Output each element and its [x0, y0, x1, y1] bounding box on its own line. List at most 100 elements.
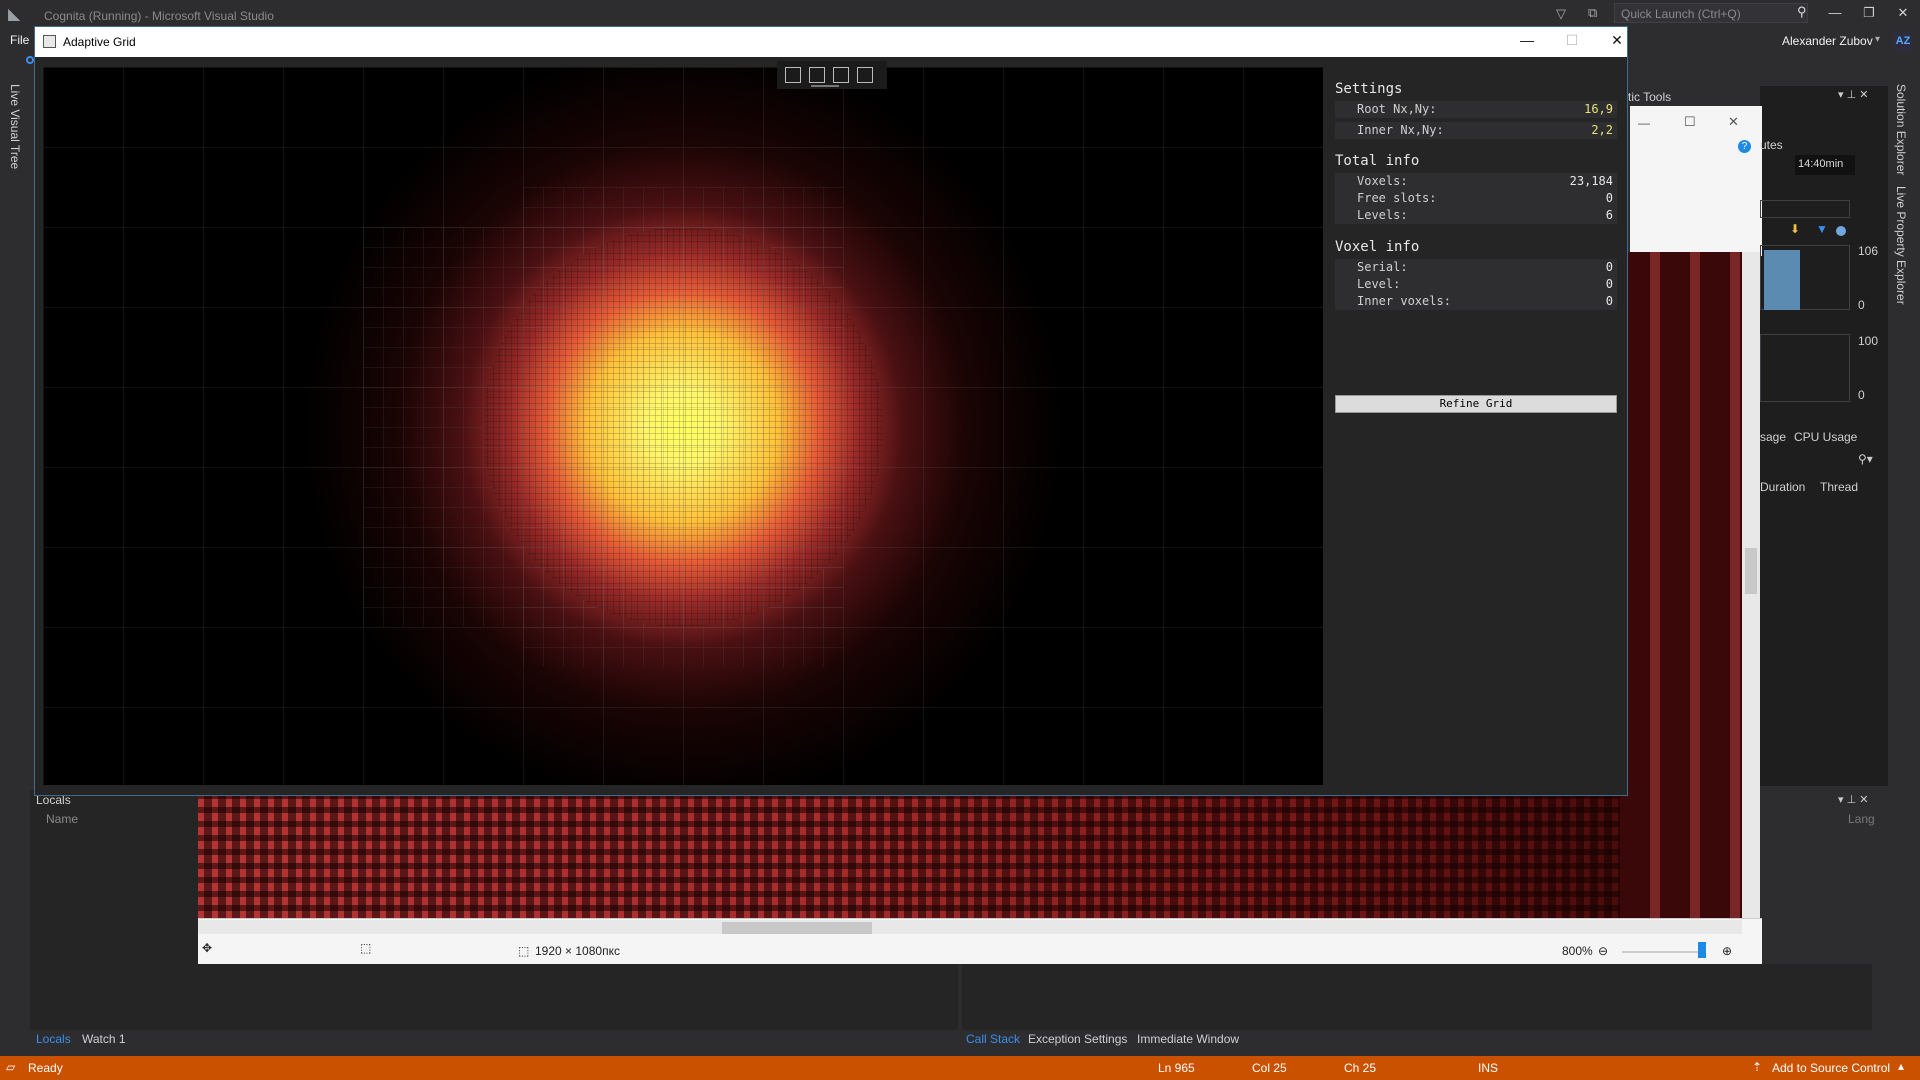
setting-value[interactable]: 16,9	[1584, 102, 1613, 116]
setting-inner-nx-ny[interactable]: Inner Nx,Ny: 2,2	[1335, 122, 1617, 139]
setting-root-nx-ny[interactable]: Root Nx,Ny: 16,9	[1335, 101, 1617, 118]
setting-value[interactable]: 2,2	[1591, 123, 1613, 137]
toolbar-grip[interactable]	[811, 85, 839, 87]
info-value: 23,184	[1569, 174, 1613, 188]
image-dimensions-icon: ⬚	[518, 944, 530, 958]
move-tool-icon[interactable]: ✥	[202, 941, 212, 955]
source-control-upload-icon[interactable]: ⇡	[1752, 1060, 1762, 1074]
memory-min-value: 0	[1858, 298, 1865, 312]
filter-icon[interactable]: ▽	[1556, 6, 1566, 22]
zoom-out-icon[interactable]: ⊖	[1598, 944, 1608, 958]
session-time: 14:40min	[1795, 155, 1855, 175]
chevron-down-icon[interactable]: ▾	[1875, 34, 1880, 45]
display-layout-adorners-icon[interactable]	[809, 67, 825, 83]
vs-minimize-button[interactable]: —	[1822, 5, 1848, 20]
total-info-title: Total info	[1335, 153, 1420, 169]
source-control-chevron-icon[interactable]: ▴	[1898, 1059, 1904, 1073]
locals-panel	[30, 790, 198, 1030]
lower-panel-controls-icon[interactable]: ▾ ⊥ ✕	[1838, 793, 1868, 806]
snapshot-marker-icon	[1836, 226, 1846, 236]
quick-launch-search-icon[interactable]: ⚲	[1797, 4, 1807, 20]
add-to-source-control[interactable]: Add to Source Control	[1772, 1061, 1890, 1075]
locals-column-name[interactable]: Name	[46, 812, 78, 826]
setting-label: Root Nx,Ny:	[1357, 102, 1437, 116]
live-visual-tree-tab[interactable]: Live Visual Tree	[8, 84, 22, 169]
refine-grid-button[interactable]: Refine Grid	[1335, 395, 1617, 413]
help-icon[interactable]: ?	[1738, 140, 1751, 153]
setting-label: Inner Nx,Ny:	[1357, 123, 1444, 137]
settings-title: Settings	[1335, 81, 1403, 97]
solution-explorer-tab[interactable]: Solution Explorer	[1894, 84, 1908, 175]
tab-cpu-usage[interactable]: CPU Usage	[1794, 430, 1857, 444]
column-language[interactable]: Lang	[1848, 812, 1875, 826]
feedback-icon[interactable]: ⧉	[1588, 5, 1597, 21]
status-bar: ▱ Ready Ln 965 Col 25 Ch 25 INS ⇡ Add to…	[0, 1056, 1920, 1080]
break-marker-icon: ▼	[1816, 222, 1828, 236]
close-button[interactable]: ✕	[1602, 32, 1632, 49]
vs-close-button[interactable]: ✕	[1890, 5, 1916, 21]
image-viewer-maximize-icon[interactable]: ☐	[1684, 114, 1696, 130]
live-property-explorer-tab[interactable]: Live Property Explorer	[1894, 186, 1908, 305]
info-value: 0	[1605, 191, 1613, 205]
image-horizontal-scrollbar[interactable]	[198, 920, 1742, 934]
image-viewer-minimize-icon[interactable]: —	[1638, 116, 1650, 130]
event-marker-icon: ⬇	[1790, 222, 1801, 236]
window-title: Adaptive Grid	[63, 35, 136, 49]
quick-launch-input[interactable]: Quick Launch (Ctrl+Q)	[1614, 3, 1808, 23]
info-value: 6	[1605, 208, 1613, 222]
call-stack-content	[962, 964, 1872, 1030]
zoomed-image-dark-region	[1620, 252, 1742, 919]
status-icon: ▱	[6, 1060, 16, 1074]
info-value: 0	[1605, 260, 1613, 274]
tab-locals[interactable]: Locals	[36, 1032, 71, 1046]
image-dimensions: 1920 × 1080пкс	[535, 944, 620, 958]
status-ready: Ready	[28, 1061, 63, 1075]
column-thread[interactable]: Thread	[1820, 480, 1858, 494]
track-focus-icon[interactable]	[833, 67, 849, 83]
info-value: 0	[1605, 277, 1613, 291]
voxel-level: Level: 0	[1335, 276, 1617, 293]
tab-watch-1[interactable]: Watch 1	[82, 1032, 126, 1046]
zoom-in-icon[interactable]: ⊕	[1722, 944, 1732, 958]
zoom-slider[interactable]	[1622, 951, 1702, 953]
tab-call-stack[interactable]: Call Stack	[966, 1032, 1020, 1046]
tab-immediate-window[interactable]: Immediate Window	[1137, 1032, 1239, 1046]
info-value: 0	[1605, 294, 1613, 308]
voxel-serial: Serial: 0	[1335, 259, 1617, 276]
tab-exception-settings[interactable]: Exception Settings	[1028, 1032, 1127, 1046]
info-label: Level:	[1357, 277, 1401, 291]
voxel-info-title: Voxel info	[1335, 239, 1420, 255]
zoom-level: 800%	[1562, 944, 1593, 958]
avatar[interactable]: AZ	[1893, 31, 1913, 51]
panel-dropdown-icon[interactable]: ▾ ⊥ ✕	[1838, 88, 1868, 101]
diagnostic-section: utes	[1760, 138, 1783, 152]
column-duration[interactable]: Duration	[1760, 480, 1805, 494]
minimize-button[interactable]: —	[1512, 32, 1542, 48]
menu-file[interactable]: File	[10, 33, 29, 47]
zoom-slider-thumb[interactable]	[1698, 942, 1706, 958]
adaptive-grid-titlebar[interactable]: Adaptive Grid — ☐ ✕	[35, 27, 1627, 57]
vs-window-title: Cognita (Running) - Microsoft Visual Stu…	[44, 9, 274, 23]
crop-tool-icon[interactable]: ⬚	[360, 941, 371, 955]
grid-render	[43, 67, 1323, 785]
info-label: Serial:	[1357, 260, 1408, 274]
diagnostic-search-icon[interactable]: ⚲▾	[1858, 452, 1873, 466]
status-insert-mode: INS	[1478, 1061, 1499, 1075]
info-label: Voxels:	[1357, 174, 1408, 188]
info-side-panel: Settings Root Nx,Ny: 16,9 Inner Nx,Ny: 2…	[1331, 59, 1621, 789]
adaptive-grid-canvas[interactable]	[43, 67, 1323, 785]
image-viewer-close-icon[interactable]: ✕	[1728, 114, 1739, 130]
tab-memory-usage[interactable]: sage	[1760, 430, 1786, 444]
select-element-icon[interactable]	[785, 67, 801, 83]
image-vertical-scroll-thumb[interactable]	[1745, 548, 1757, 594]
user-name[interactable]: Alexander Zubov	[1782, 34, 1873, 48]
maximize-button[interactable]: ☐	[1557, 32, 1587, 49]
preview-selection-icon[interactable]	[857, 67, 873, 83]
diagnostic-tools-title: tic Tools	[1628, 90, 1672, 104]
cpu-graph	[1760, 334, 1850, 402]
status-column: Col 25	[1252, 1061, 1287, 1075]
vs-restore-button[interactable]: ❐	[1856, 5, 1882, 21]
info-label: Inner voxels:	[1357, 294, 1451, 308]
info-label: Levels:	[1357, 208, 1408, 222]
image-horizontal-scroll-thumb[interactable]	[722, 922, 872, 934]
